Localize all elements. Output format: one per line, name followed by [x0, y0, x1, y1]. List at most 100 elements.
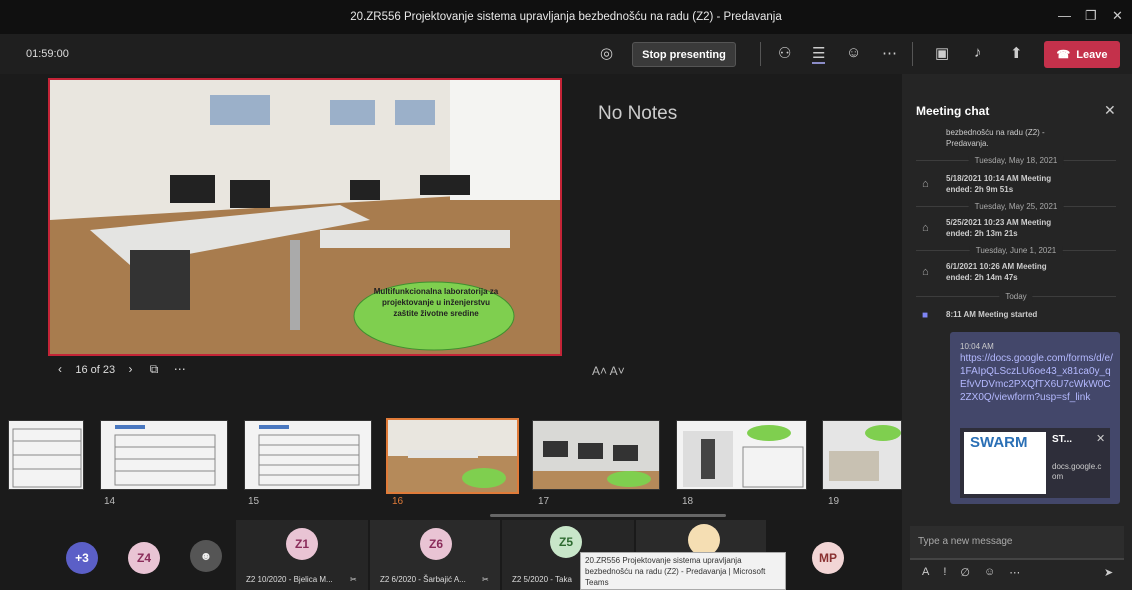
thumbnail-number: 14 — [104, 496, 116, 507]
video-icon: ■ — [922, 310, 929, 321]
chat-title: Meeting chat — [916, 104, 990, 118]
send-icon[interactable]: ➤ — [1104, 566, 1113, 579]
chevron-right-icon[interactable]: › — [128, 362, 132, 376]
date-separator: Tuesday, May 25, 2021 — [916, 202, 1116, 211]
slide-counter: 16 of 23 — [75, 364, 116, 376]
thumbnail-19[interactable] — [822, 420, 902, 490]
card-domain: docs.google.com — [1052, 462, 1102, 481]
chat-event: ended: 2h 9m 51s — [946, 185, 1014, 194]
meeting-timer: 01:59:00 — [26, 48, 69, 60]
participants-icon[interactable]: ⚇ — [778, 44, 791, 62]
card-title: ST... — [1052, 434, 1073, 445]
thumbnail-15[interactable] — [244, 420, 372, 490]
close-icon[interactable]: ✕ — [1112, 8, 1123, 24]
thumbnail-number: 17 — [538, 496, 550, 507]
compose-box[interactable]: Type a new message — [910, 526, 1124, 560]
reactions-icon[interactable]: ☺ — [846, 44, 861, 61]
chat-event: 8:11 AM Meeting started — [946, 310, 1038, 319]
mic-muted-icon: ✂ — [482, 575, 489, 584]
emoji-icon[interactable]: ☺ — [984, 566, 995, 579]
message-link[interactable]: https://docs.google.com/forms/d/e/1FAIpQ… — [960, 352, 1116, 404]
more-icon[interactable]: ⋯ — [174, 362, 186, 376]
important-icon[interactable]: ! — [943, 566, 946, 579]
thumbnail-scrollbar[interactable] — [490, 514, 726, 517]
link-preview-card[interactable]: SWARM ST... ✕ docs.google.com — [960, 428, 1110, 498]
chat-text: bezbednošću na radu (Z2) - — [946, 128, 1045, 137]
photo-thumbnail — [829, 425, 901, 481]
meeting-icon: ⌂ — [922, 222, 929, 234]
document-thumbnail — [114, 425, 216, 486]
mic-muted-icon: ✂ — [350, 575, 357, 584]
minimize-icon[interactable]: — — [1058, 8, 1071, 23]
title-bar: 20.ZR556 Projektovanje sistema upravljan… — [0, 0, 1132, 34]
participant-name: Z2 6/2020 - Šarbajić A... — [380, 575, 466, 584]
participant-tile[interactable]: Z1 Z2 10/2020 - Bjelica M... ✂ — [236, 520, 368, 590]
photo-thumbnail — [533, 421, 659, 489]
maximize-icon[interactable]: ❐ — [1085, 8, 1097, 24]
chat-text: Predavanja. — [946, 139, 989, 148]
chat-event: 5/25/2021 10:23 AM Meeting — [946, 218, 1052, 227]
stop-presenting-button[interactable]: Stop presenting — [632, 42, 736, 67]
photo-thumbnail — [388, 420, 517, 488]
window-tooltip: 20.ZR556 Projektovanje sistema upravljan… — [580, 552, 786, 590]
microphone-icon[interactable]: ♪ — [974, 44, 982, 61]
thumbnail-number: 15 — [248, 496, 260, 507]
message-placeholder: Type a new message — [918, 536, 1013, 547]
chevron-left-icon[interactable]: ‹ — [58, 362, 62, 376]
avatar: Z4 — [128, 542, 160, 574]
thumbnail-number: 18 — [682, 496, 694, 507]
chat-event: 6/1/2021 10:26 AM Meeting — [946, 262, 1047, 271]
thumbnail-number: 16 — [392, 496, 404, 507]
leave-label: Leave — [1076, 48, 1108, 61]
date-label: Tuesday, May 18, 2021 — [968, 156, 1064, 165]
slide-preview: Multifunkcionalna laboratorija za projek… — [48, 78, 562, 356]
phone-icon: ☎ — [1056, 49, 1071, 61]
meeting-chat-panel: Meeting chat ✕ bezbednošću na radu (Z2) … — [902, 74, 1132, 590]
photo-thumbnail — [683, 425, 804, 488]
date-label: Today — [999, 292, 1033, 301]
thumbnail-number: 19 — [828, 496, 840, 507]
thumbnail-13[interactable] — [8, 420, 84, 490]
avatar: Z1 — [286, 528, 318, 560]
share-icon[interactable]: ⬆ — [1010, 44, 1023, 62]
chat-event: ended: 2h 13m 21s — [946, 229, 1018, 238]
date-label: Tuesday, May 25, 2021 — [968, 202, 1064, 211]
date-label: Tuesday, June 1, 2021 — [969, 246, 1063, 255]
thumbnail-16-selected[interactable] — [386, 418, 519, 494]
thumbnail-14[interactable] — [100, 420, 228, 490]
divider — [760, 42, 761, 66]
document-thumbnail — [258, 425, 360, 486]
close-icon[interactable]: ✕ — [1096, 432, 1105, 445]
more-icon[interactable]: ⋯ — [1009, 566, 1020, 579]
meeting-icon: ⌂ — [922, 178, 929, 190]
divider — [912, 42, 913, 66]
leave-button[interactable]: ☎ Leave — [1044, 41, 1120, 68]
avatar: Z6 — [420, 528, 452, 560]
participant-tile[interactable]: Z6 Z2 6/2020 - Šarbajić A... ✂ — [370, 520, 500, 590]
thumbnail-18[interactable] — [676, 420, 807, 490]
camera-off-icon[interactable]: ▣ — [935, 44, 949, 62]
date-separator: Today — [916, 292, 1116, 301]
participant-name: Z2 5/2020 - Taka — [512, 575, 572, 584]
message-time: 10:04 AM — [960, 342, 994, 351]
slide-caption: Multifunkcionalna laboratorija za projek… — [373, 287, 499, 318]
grid-view-icon[interactable]: ⧉ — [150, 362, 159, 376]
close-icon[interactable]: ✕ — [1104, 102, 1116, 119]
date-separator: Tuesday, May 18, 2021 — [916, 156, 1116, 165]
date-separator: Tuesday, June 1, 2021 — [916, 246, 1116, 255]
document-thumbnail — [12, 428, 82, 488]
format-icon[interactable]: A — [922, 566, 929, 579]
hide-eye-icon[interactable]: ◎ — [600, 44, 613, 62]
slide-thumbnails: 14 15 16 17 18 19 — [0, 414, 902, 518]
font-size-buttons[interactable]: A˄ A˅ — [592, 364, 625, 378]
more-participants[interactable]: +3 — [66, 542, 98, 574]
thumbnail-17[interactable] — [532, 420, 660, 490]
attach-icon[interactable]: ∅ — [960, 566, 970, 579]
slide-navigation: ‹ 16 of 23 › ⧉ ⋯ — [58, 362, 186, 377]
chat-event: 5/18/2021 10:14 AM Meeting — [946, 174, 1052, 183]
chat-icon[interactable]: ☰ — [812, 44, 826, 64]
participant-name: Z2 10/2020 - Bjelica M... — [246, 575, 333, 584]
avatar: Z5 — [550, 526, 582, 558]
meeting-toolbar: 01:59:00 ◎ Stop presenting ⚇ ☰ ☺ ⋯ ▣ ♪ ⬆… — [0, 34, 1132, 74]
more-options-icon[interactable]: ⋯ — [882, 44, 897, 62]
